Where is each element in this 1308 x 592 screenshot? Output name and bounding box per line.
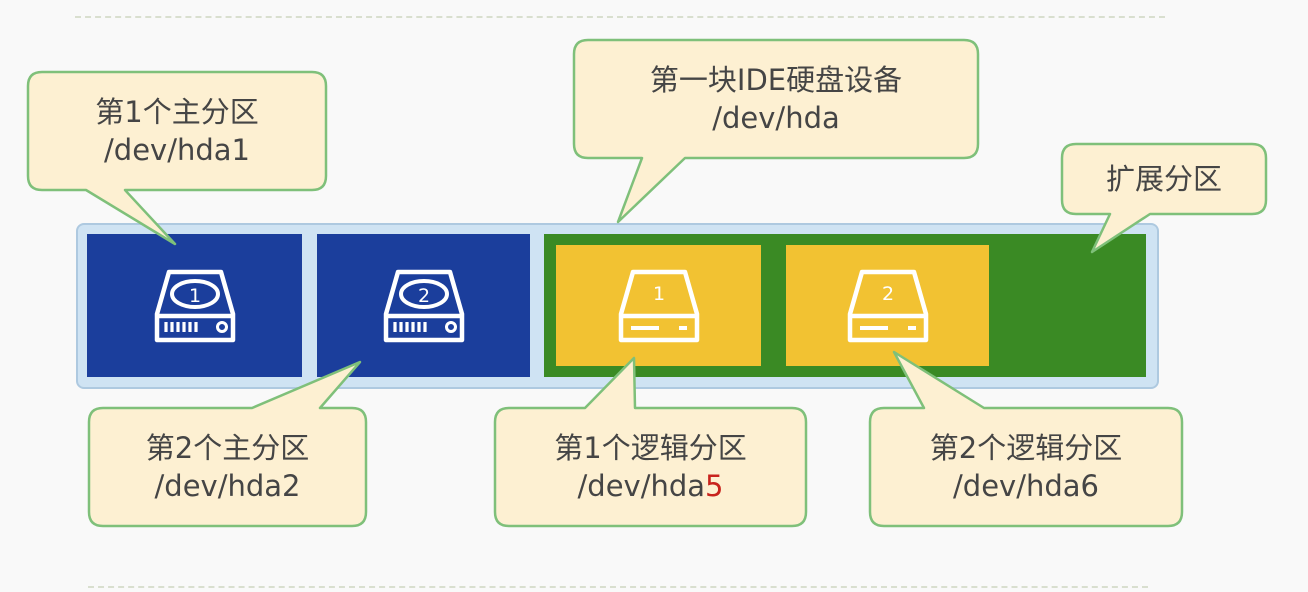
- partition-badge: 1: [652, 283, 664, 305]
- callout-device-path: /dev/hda2: [154, 469, 301, 503]
- partition-badge: 2: [417, 285, 429, 307]
- callout-device-path: /dev/hda: [712, 101, 840, 135]
- bottom-divider: [88, 586, 1148, 588]
- primary-partition-2: 2: [317, 234, 530, 377]
- hard-drive-icon: 1: [618, 269, 699, 342]
- callout-title: 第1个主分区: [95, 95, 259, 129]
- callout-logical-2: 第2个逻辑分区 /dev/hda6: [870, 408, 1182, 526]
- callout-title: 扩展分区: [1105, 162, 1222, 196]
- callout-title: 第一块IDE硬盘设备: [649, 63, 903, 97]
- partition-badge: 1: [188, 285, 200, 307]
- callout-title: 第2个逻辑分区: [929, 431, 1123, 465]
- hard-drive-icon: 1: [154, 269, 235, 342]
- callout-title: 第2个主分区: [145, 431, 310, 465]
- hard-drive-icon: 2: [847, 269, 928, 342]
- logical-partition-2: 2: [786, 245, 989, 366]
- primary-partition-1: 1: [87, 234, 302, 377]
- callout-primary-1: 第1个主分区 /dev/hda1: [28, 72, 326, 190]
- callout-device-path: /dev/hda5: [578, 467, 724, 505]
- logical-partition-1: 1: [556, 245, 761, 366]
- callout-device-path: /dev/hda6: [953, 469, 1099, 503]
- callout-disk-device: 第一块IDE硬盘设备 /dev/hda: [574, 40, 978, 158]
- callout-logical-1: 第1个逻辑分区 /dev/hda5: [495, 408, 806, 526]
- callout-extended: 扩展分区: [1062, 144, 1266, 214]
- callout-primary-2: 第2个主分区 /dev/hda2: [89, 408, 366, 526]
- callout-device-path: /dev/hda1: [104, 133, 250, 167]
- partition-number-highlight: 5: [705, 469, 724, 503]
- hard-drive-icon: 2: [383, 269, 464, 342]
- partition-badge: 2: [881, 283, 893, 305]
- callout-title: 第1个逻辑分区: [554, 431, 747, 465]
- top-divider: [75, 16, 1165, 18]
- device-path-prefix: /dev/hda: [577, 469, 706, 503]
